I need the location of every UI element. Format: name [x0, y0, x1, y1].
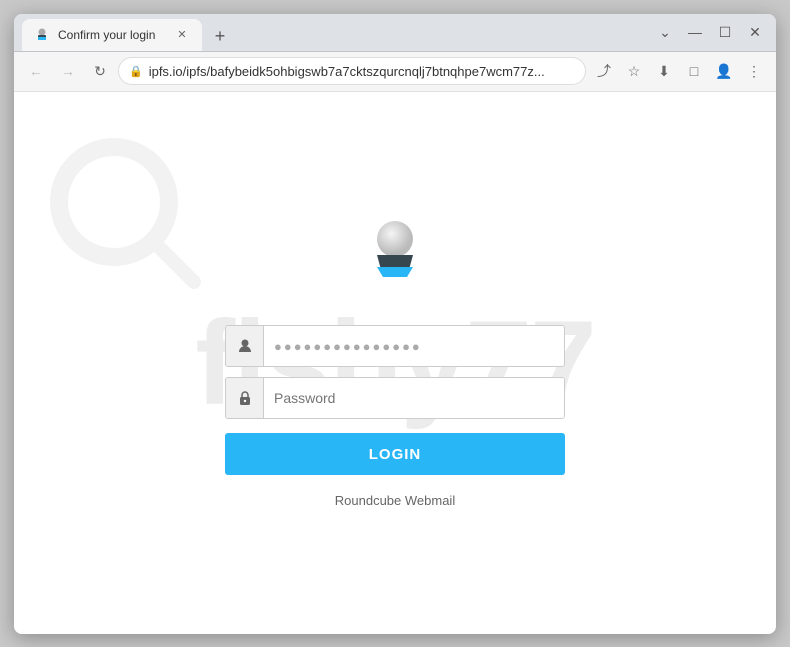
login-container: LOGIN Roundcube Webmail: [215, 217, 575, 508]
nav-bar: ← → ↻ 🔒 ipfs.io/ipfs/bafybeidk5ohbigswb7…: [14, 52, 776, 92]
download-icon[interactable]: ⬇: [650, 57, 678, 85]
title-bar-controls: ⌄ — ☐ ✕: [652, 19, 768, 45]
tab-area: Confirm your login ✕ +: [22, 14, 652, 51]
forward-button[interactable]: →: [54, 57, 82, 85]
new-tab-button[interactable]: +: [206, 23, 234, 51]
tab-title: Confirm your login: [58, 28, 166, 42]
footer-text: Roundcube Webmail: [335, 493, 455, 508]
password-input[interactable]: [264, 378, 564, 418]
minimize-button[interactable]: —: [682, 19, 708, 45]
username-icon: [226, 326, 264, 366]
profile-icon[interactable]: 👤: [710, 57, 738, 85]
password-field-group: [225, 377, 565, 419]
tab-favicon: [34, 27, 50, 43]
page-content: fishy77: [14, 92, 776, 634]
login-button[interactable]: LOGIN: [225, 433, 565, 475]
reload-button[interactable]: ↻: [86, 57, 114, 85]
share-icon[interactable]: ⤴: [590, 57, 618, 85]
logo-area: [355, 217, 435, 297]
close-button[interactable]: ✕: [742, 19, 768, 45]
lock-icon: 🔒: [129, 65, 143, 78]
menu-icon[interactable]: ⋮: [740, 57, 768, 85]
tab-close-button[interactable]: ✕: [174, 27, 190, 43]
magnifier-watermark: [44, 132, 204, 292]
address-bar[interactable]: 🔒 ipfs.io/ipfs/bafybeidk5ohbigswb7a7ckts…: [118, 57, 586, 85]
maximize-button[interactable]: ☐: [712, 19, 738, 45]
password-icon: [226, 378, 264, 418]
roundcube-logo: [355, 217, 435, 297]
bookmark-icon[interactable]: ☆: [620, 57, 648, 85]
username-field-group: [225, 325, 565, 367]
username-input[interactable]: [264, 326, 564, 366]
nav-right-icons: ⤴ ☆ ⬇ □ 👤 ⋮: [590, 57, 768, 85]
title-bar: Confirm your login ✕ + ⌄ — ☐ ✕: [14, 14, 776, 52]
extensions-icon[interactable]: □: [680, 57, 708, 85]
active-tab[interactable]: Confirm your login ✕: [22, 19, 202, 51]
address-text: ipfs.io/ipfs/bafybeidk5ohbigswb7a7cktszq…: [149, 64, 575, 79]
chevron-down-icon[interactable]: ⌄: [652, 19, 678, 45]
back-button[interactable]: ←: [22, 57, 50, 85]
browser-window: Confirm your login ✕ + ⌄ — ☐ ✕ ← → ↻ 🔒 i…: [14, 14, 776, 634]
